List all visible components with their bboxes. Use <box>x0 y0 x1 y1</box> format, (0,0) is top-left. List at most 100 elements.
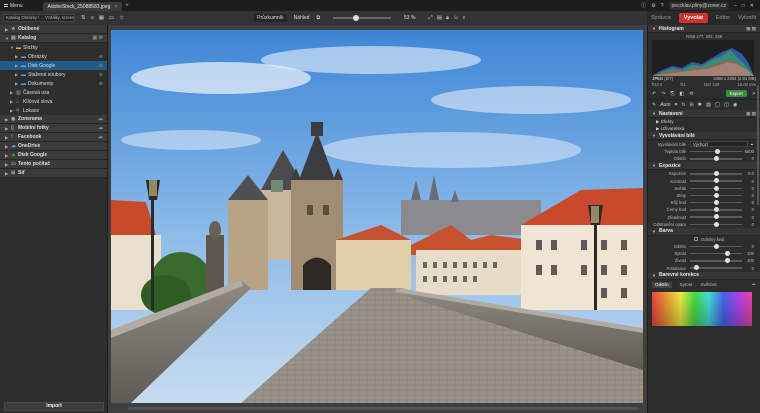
presets-options-icon[interactable]: ▣ ▤ <box>746 111 756 117</box>
histogram-header[interactable]: ▼ Histogram ▣ ▤ <box>648 25 760 33</box>
tab-hue[interactable]: Odstín <box>652 281 672 288</box>
wb-tint-knob[interactable] <box>713 156 719 162</box>
nav-locations[interactable]: ▶ ⚲ Lokace <box>0 106 107 115</box>
retouch-icon[interactable]: ✱ <box>698 102 702 108</box>
auto-button[interactable]: Auto <box>660 102 670 108</box>
white-balance-header[interactable]: ▼ Vyvolávání bílé <box>648 132 760 140</box>
filter-icon[interactable]: ⇅ <box>81 15 86 21</box>
color-knob[interactable] <box>724 258 730 264</box>
nav-favorites[interactable]: ▶ ★ Oblíbené <box>0 25 107 34</box>
exposure-header[interactable]: ▼ Expozice <box>648 162 760 171</box>
preset-effects[interactable]: ▶ Efekty <box>648 118 760 125</box>
nav-keywords[interactable]: ▶ ⌂ Klíčová slova <box>0 97 107 106</box>
nav-timeline[interactable]: ▶ ▥ Časová osa <box>0 88 107 97</box>
search-icon[interactable]: ⌕ <box>463 15 466 22</box>
copy-icon[interactable]: ⎘ <box>670 91 674 97</box>
tab-vytvorit[interactable]: Vytvořit <box>738 15 756 21</box>
nav-onedrive[interactable]: ▶ ☁ OneDrive <box>0 142 107 151</box>
wb-tint-slider[interactable] <box>690 156 742 162</box>
histogram-options-icon[interactable]: ▣ ▤ <box>746 26 756 32</box>
exposure-slider[interactable] <box>690 199 742 205</box>
hue-curve[interactable] <box>652 291 752 326</box>
catalog-settings-icon[interactable]: ▣ ⚙ <box>92 35 103 41</box>
color-correction-header[interactable]: ▼ Barevné korekce <box>648 271 760 280</box>
color-slider[interactable] <box>690 258 742 264</box>
zoom-slider-knob[interactable] <box>353 15 360 21</box>
grid-overlay-icon[interactable]: ▤ <box>437 15 442 22</box>
share-icon[interactable]: ➤ <box>752 91 756 97</box>
reset-icon[interactable]: ⟲ <box>689 91 693 97</box>
sort-icon[interactable]: ≡ <box>91 15 94 21</box>
wb-select[interactable]: Výchozí <box>690 141 749 147</box>
exposure-knob[interactable] <box>713 178 719 184</box>
preset-user[interactable]: ▶ Uživatelská <box>648 125 760 132</box>
undo-icon[interactable]: ↶ <box>652 91 656 97</box>
redo-icon[interactable]: ↷ <box>661 91 665 97</box>
export-button[interactable]: Export <box>725 90 747 97</box>
fit-icon[interactable]: ⤢ <box>428 15 432 22</box>
close-tab-icon[interactable]: × <box>114 4 117 10</box>
straighten-icon[interactable]: ⊟ <box>690 102 694 108</box>
grayscale-checkbox[interactable] <box>694 237 698 242</box>
brush-icon[interactable]: ✎ <box>652 102 656 108</box>
color-slider[interactable] <box>690 250 742 256</box>
nav-mobile[interactable]: ▶ ▯ Mobilní fotky ☁ <box>0 124 107 133</box>
document-tab[interactable]: AdobeStock_25088583.jpeg × <box>42 2 123 11</box>
gradient-icon[interactable]: ▧ <box>706 102 711 108</box>
color-knob[interactable] <box>693 265 699 271</box>
lock-icon[interactable]: 🔒︎ <box>446 15 449 22</box>
eye-icon[interactable]: ◉ <box>733 102 737 108</box>
nav-folders[interactable]: ▼ ▬ Složky <box>0 43 107 52</box>
horizontal-scrollbar[interactable] <box>128 407 638 410</box>
presets-header[interactable]: ▼ Nastavení ▣ ▤ <box>648 110 760 118</box>
panel-scrollbar[interactable] <box>757 85 759 205</box>
folder-icon[interactable]: ▭ <box>109 15 114 21</box>
mask-icon[interactable]: ◫ <box>724 102 729 108</box>
nav-folder-stazene[interactable]: ▶ ▬ Stažené soubory ⊕ <box>0 70 107 79</box>
menu-button[interactable]: Menu <box>0 0 27 11</box>
color-slider[interactable] <box>690 243 742 249</box>
import-button[interactable]: Import <box>4 402 104 411</box>
close-window-icon[interactable]: ✕ <box>750 3 754 9</box>
radial-icon[interactable]: ◯ <box>715 102 721 108</box>
exposure-knob[interactable] <box>713 221 719 227</box>
view-mode-select[interactable]: Průzkumník <box>254 14 287 22</box>
nav-gdrive[interactable]: ▶ ▲ Disk Google <box>0 151 107 160</box>
exposure-knob[interactable] <box>713 171 719 177</box>
exposure-knob[interactable] <box>713 207 719 213</box>
exposure-slider[interactable] <box>690 207 742 213</box>
eyedropper-icon[interactable]: ✒ <box>752 282 756 288</box>
tab-spravce[interactable]: Správce <box>651 15 671 21</box>
color-header[interactable]: ▼ Barva <box>648 227 760 236</box>
info-icon[interactable]: ⓘ <box>641 2 646 9</box>
exposure-knob[interactable] <box>713 185 719 191</box>
exposure-slider[interactable] <box>690 221 742 227</box>
tab-vyvolat[interactable]: Vyvolat <box>678 13 709 23</box>
help-icon[interactable]: ? <box>661 3 664 9</box>
grayscale-check-row[interactable]: Odstíny šedi <box>648 236 760 243</box>
nav-this-pc[interactable]: ▶ ▭ Tento počítač <box>0 160 107 169</box>
nav-zonerama[interactable]: ▶ ◉ Zonerama ☁ <box>0 115 107 124</box>
preview-mode-select[interactable]: Náhled <box>294 15 310 21</box>
nav-folder-disk-google[interactable]: ▶ ▬ Disk Google ⊕ <box>0 61 107 70</box>
color-knob[interactable] <box>724 250 730 256</box>
nav-folder-dokumenty[interactable]: ▶ ▬ Dokumenty ⊕ <box>0 79 107 88</box>
maximize-icon[interactable]: □ <box>742 3 745 9</box>
external-icon[interactable]: ⧉ <box>316 15 320 21</box>
settings-icon[interactable]: ⚙ <box>651 3 655 9</box>
user-account[interactable]: peccklav.pliny@zoner.cz <box>668 1 729 10</box>
nav-catalog[interactable]: ▼ ▤ Katalog ▣ ⚙ <box>0 34 107 43</box>
tab-saturation[interactable]: Sytost <box>680 282 693 288</box>
color-slider[interactable] <box>690 265 742 271</box>
nav-folder-obrazky[interactable]: ▶ ▬ Obrázky ⊕ <box>0 52 107 61</box>
image-canvas[interactable] <box>108 25 647 413</box>
add-tab-icon[interactable]: + <box>125 3 129 9</box>
crop-icon[interactable]: ⌗ <box>675 102 678 108</box>
exposure-knob[interactable] <box>713 199 719 205</box>
nav-facebook[interactable]: ▶ f Facebook ☁ <box>0 133 107 142</box>
rotate-icon[interactable]: ↻ <box>681 102 685 108</box>
tab-lightness[interactable]: Světlost <box>700 282 716 288</box>
grid-icon[interactable]: ▦ <box>99 15 104 21</box>
compare-icon[interactable]: ◧ <box>679 91 684 97</box>
nav-network[interactable]: ▶ ⊞ Síť <box>0 169 107 178</box>
